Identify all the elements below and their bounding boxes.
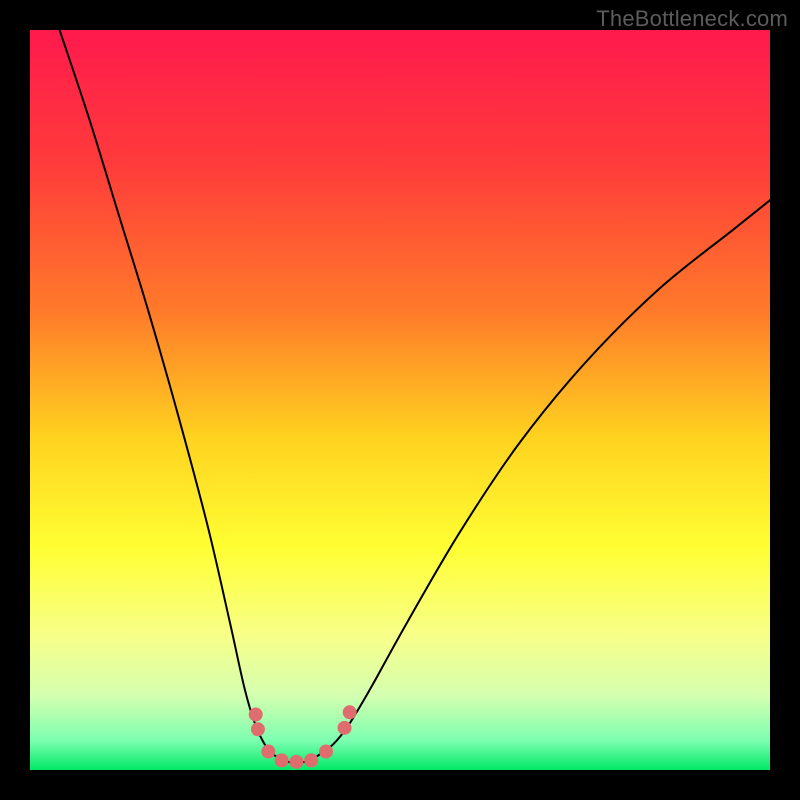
marker-dot [249, 708, 263, 722]
marker-dot [343, 705, 357, 719]
series-bottleneck-curve-right [319, 200, 770, 755]
curve-layer [30, 30, 770, 770]
marker-dot [289, 755, 303, 769]
marker-dot [275, 753, 289, 767]
chart-frame: TheBottleneck.com [0, 0, 800, 800]
marker-dot [338, 721, 352, 735]
marker-dot [261, 745, 275, 759]
marker-dot [251, 722, 265, 736]
plot-area [30, 30, 770, 770]
watermark-text: TheBottleneck.com [596, 6, 788, 32]
marker-dot [319, 745, 333, 759]
series-bottleneck-curve-left [60, 30, 275, 755]
marker-dot [304, 753, 318, 767]
